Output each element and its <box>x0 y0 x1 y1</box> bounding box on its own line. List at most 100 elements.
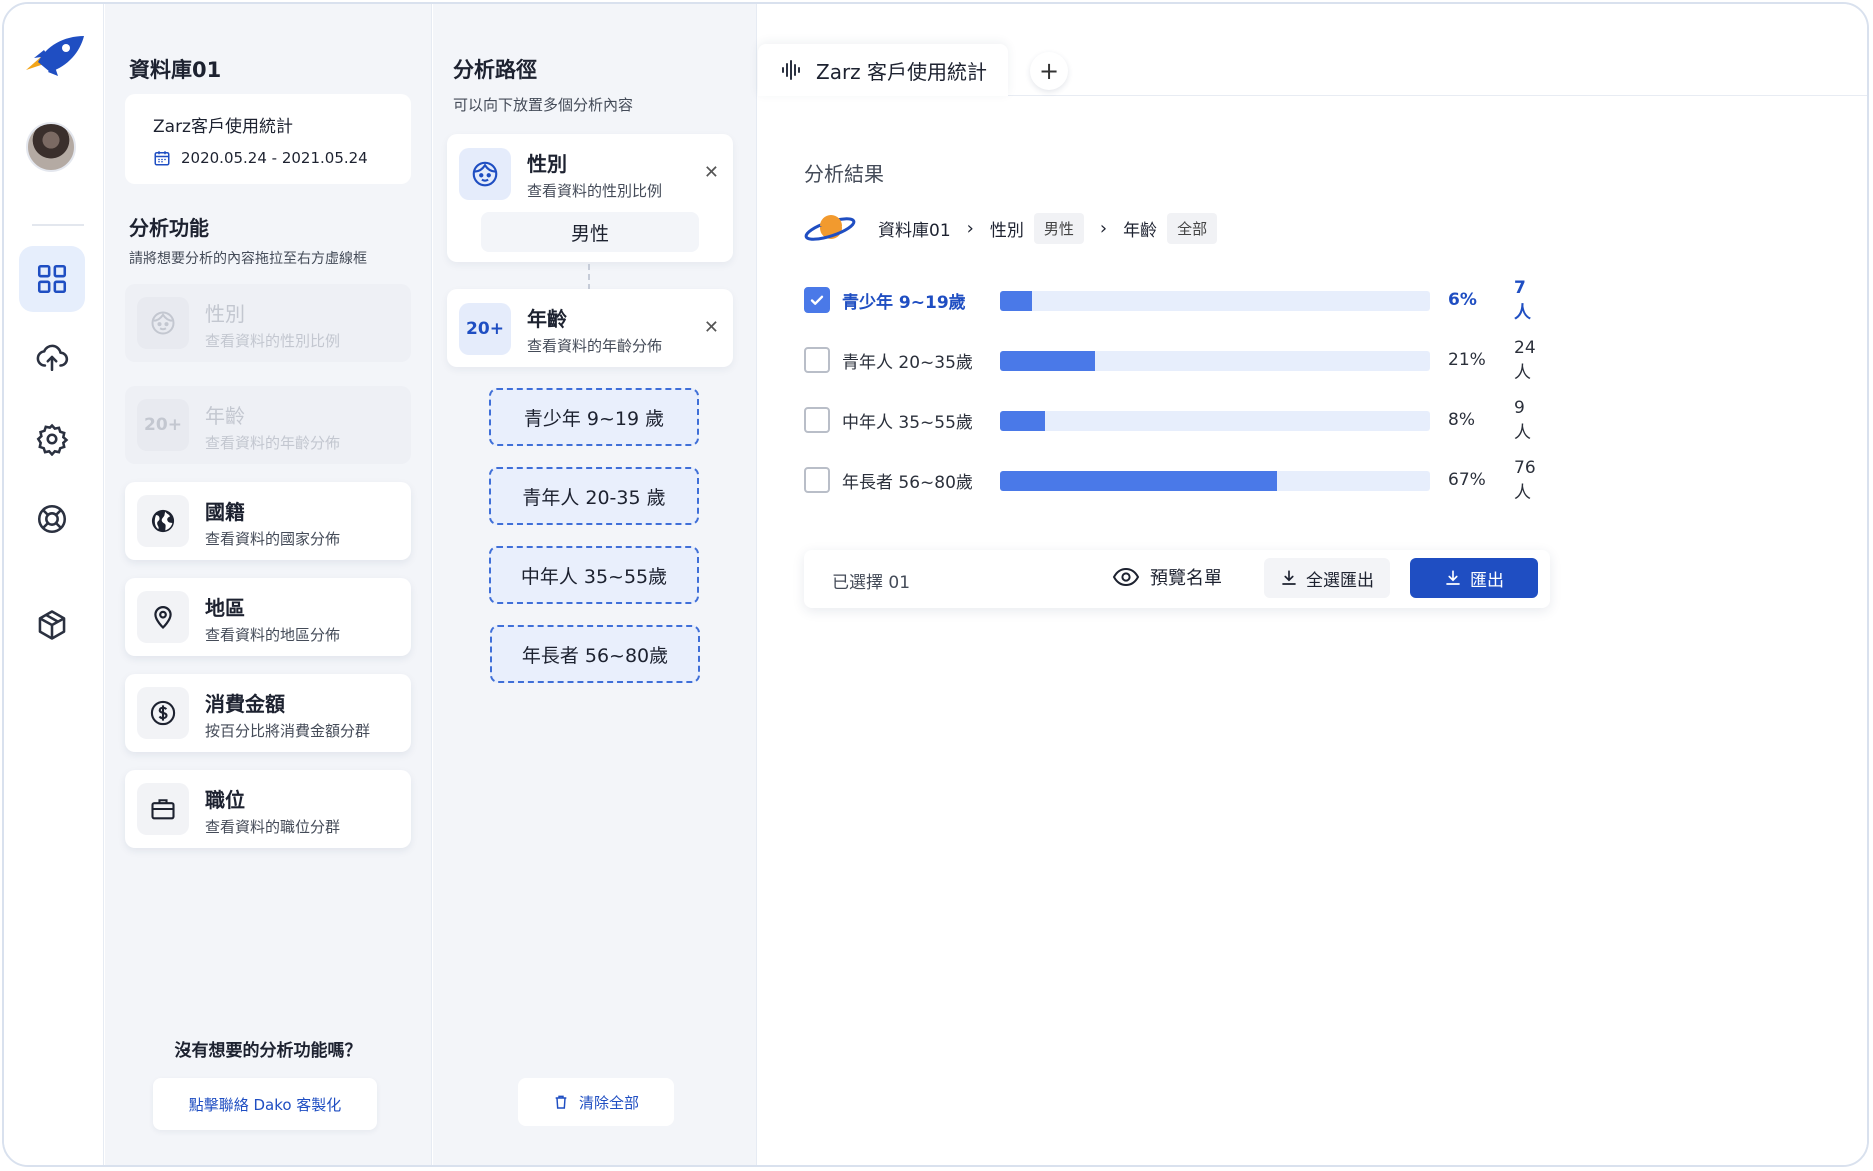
preview-label: 預覽名單 <box>1150 568 1222 589</box>
functions-section-hint: 請將想要分析的內容拖拉至右方虛線框 <box>129 251 367 267</box>
function-card-spending[interactable]: 消費金額 按百分比將消費金額分群 <box>125 674 411 752</box>
download-icon <box>1282 570 1296 585</box>
rail-item-dashboard[interactable] <box>19 246 85 312</box>
clear-all-button[interactable]: 清除全部 <box>518 1078 674 1126</box>
row-checkbox[interactable] <box>804 467 830 493</box>
breadcrumb-tag-gender: 男性 <box>1033 212 1084 244</box>
rocket-logo-icon[interactable] <box>20 32 86 80</box>
remove-age-close-icon[interactable]: ✕ <box>704 317 719 338</box>
export-all-label: 全選匯出 <box>1306 570 1374 591</box>
settings-gear-icon <box>36 423 69 456</box>
database-card[interactable]: Zarz客戶使用統計 2020.05.24 - 2021.05.24 <box>125 94 411 184</box>
export-button[interactable]: 匯出 <box>1410 558 1538 598</box>
path-card-gender[interactable]: 性別 查看資料的性別比例 ✕ 男性 <box>447 134 733 262</box>
row-percent: 21% <box>1448 350 1486 370</box>
row-label: 年長者 56~80歲 <box>842 472 973 493</box>
face-icon <box>151 311 175 335</box>
function-card-nationality[interactable]: 國籍 查看資料的國家分佈 <box>125 482 411 560</box>
row-count: 24人 <box>1514 337 1536 383</box>
path-card-age[interactable]: 20+ 年齡 查看資料的年齡分佈 ✕ <box>447 289 733 367</box>
row-percent: 6% <box>1448 290 1477 310</box>
row-checkbox[interactable] <box>804 287 830 313</box>
help-lifebuoy-icon <box>37 504 67 534</box>
row-progress-fill <box>1000 411 1046 431</box>
functions-section-title: 分析功能 <box>129 216 209 240</box>
gender-value-chip[interactable]: 男性 <box>481 212 699 252</box>
breadcrumb-root[interactable]: 資料庫01 <box>878 216 951 241</box>
function-card-position[interactable]: 職位 查看資料的職位分群 <box>125 770 411 848</box>
main-area: Zarz 客戶使用統計 + 分析結果 資料庫01 › 性別 男性 › 年齡 全部… <box>758 4 1867 1165</box>
chevron-right-icon: › <box>966 217 974 239</box>
age-group-drop-item[interactable]: 青少年 9~19 歲 <box>489 388 699 446</box>
age-group-drop-item[interactable]: 年長者 56~80歲 <box>490 625 700 683</box>
date-range-text: 2020.05.24 - 2021.05.24 <box>181 149 368 167</box>
icon-rail <box>4 4 104 1165</box>
cloud-upload-icon <box>36 344 69 372</box>
selected-count: 已選擇 01 <box>832 573 911 593</box>
rail-item-upload[interactable] <box>19 324 85 390</box>
app-window: 資料庫01 Zarz客戶使用統計 2020.05.24 - 2021.05.24… <box>2 2 1869 1167</box>
breadcrumb-step-gender[interactable]: 性別 <box>990 216 1024 241</box>
row-progress-bar <box>1000 291 1430 311</box>
age-20plus-icon: 20+ <box>137 399 189 451</box>
chevron-right-icon: › <box>1099 217 1108 239</box>
selection-action-bar: 已選擇 01 預覽名單 全選匯出 匯出 <box>804 550 1550 608</box>
database-name: Zarz客戶使用統計 <box>153 117 293 137</box>
rail-item-packages[interactable] <box>19 592 85 658</box>
breadcrumb: 資料庫01 › 性別 男性 › 年齡 全部 <box>804 210 1218 246</box>
rail-divider <box>32 224 84 226</box>
help-question: 沒有想要的分析功能嗎？ <box>174 1041 362 1061</box>
path-title: 分析路徑 <box>453 58 537 82</box>
row-progress-fill <box>1000 351 1095 371</box>
row-checkbox[interactable] <box>804 347 830 373</box>
result-row[interactable]: 年長者 56~80歲 67% 76人 <box>804 458 1536 503</box>
function-card-desc: 查看資料的職位分群 <box>205 818 341 836</box>
face-icon <box>472 161 498 187</box>
row-percent: 8% <box>1448 410 1475 430</box>
function-card-desc: 查看資料的國家分佈 <box>205 530 341 548</box>
breadcrumb-step-age[interactable]: 年齡 <box>1123 216 1157 241</box>
age-group-drop-item[interactable]: 中年人 35~55歲 <box>489 546 699 604</box>
function-card-title: 性別 <box>205 302 245 326</box>
row-label: 青年人 20~35歲 <box>842 352 973 373</box>
add-tab-button[interactable]: + <box>1030 52 1068 90</box>
eye-icon <box>1112 567 1140 587</box>
user-avatar[interactable] <box>26 122 76 172</box>
result-row[interactable]: 青年人 20~35歲 21% 24人 <box>804 338 1536 383</box>
row-label: 青少年 9~19歲 <box>842 292 966 313</box>
analysis-path-panel: 分析路徑 可以向下放置多個分析內容 性別 查看資料的性別比例 ✕ 男性 20+ … <box>433 4 757 1165</box>
function-card-desc: 查看資料的性別比例 <box>205 332 341 350</box>
path-card-title: 年齡 <box>527 307 567 331</box>
row-progress-bar <box>1000 411 1430 431</box>
results-title: 分析結果 <box>804 162 884 186</box>
row-checkbox[interactable] <box>804 407 830 433</box>
age-group-drop-item[interactable]: 青年人 20-35 歲 <box>489 467 699 525</box>
preview-list-button[interactable]: 預覽名單 <box>1112 564 1222 590</box>
breadcrumb-tag-age: 全部 <box>1167 212 1218 244</box>
path-card-title: 性別 <box>527 152 567 176</box>
briefcase-icon <box>151 799 175 820</box>
row-progress-fill <box>1000 471 1278 491</box>
contact-customize-button[interactable]: 點擊聯絡 Dako 客製化 <box>153 1078 377 1130</box>
path-card-desc: 查看資料的性別比例 <box>527 182 663 200</box>
package-box-icon <box>38 610 66 640</box>
function-card-region[interactable]: 地區 查看資料的地區分佈 <box>125 578 411 656</box>
remove-gender-close-icon[interactable]: ✕ <box>704 162 719 183</box>
rail-item-settings[interactable] <box>19 406 85 472</box>
functions-panel: 資料庫01 Zarz客戶使用統計 2020.05.24 - 2021.05.24… <box>105 4 432 1165</box>
age-icon-text: 20+ <box>466 319 504 339</box>
function-card-age: 20+ 年齡 查看資料的年齡分佈 <box>125 386 411 464</box>
tab-zarz-stats[interactable]: Zarz 客戶使用統計 <box>758 44 1008 96</box>
trash-icon <box>555 1095 567 1109</box>
result-row[interactable]: 青少年 9~19歲 6% 7人 <box>804 278 1531 323</box>
dashboard-icon <box>37 264 67 294</box>
function-card-title: 職位 <box>205 788 245 812</box>
rail-item-help[interactable] <box>19 486 85 552</box>
result-row[interactable]: 中年人 35~55歲 8% 9人 <box>804 398 1531 443</box>
function-card-gender: 性別 查看資料的性別比例 <box>125 284 411 362</box>
clear-all-label: 清除全部 <box>578 1093 639 1112</box>
calendar-icon <box>154 151 170 166</box>
export-all-button[interactable]: 全選匯出 <box>1264 558 1390 598</box>
map-pin-icon <box>154 606 172 630</box>
planet-icon <box>804 215 856 241</box>
